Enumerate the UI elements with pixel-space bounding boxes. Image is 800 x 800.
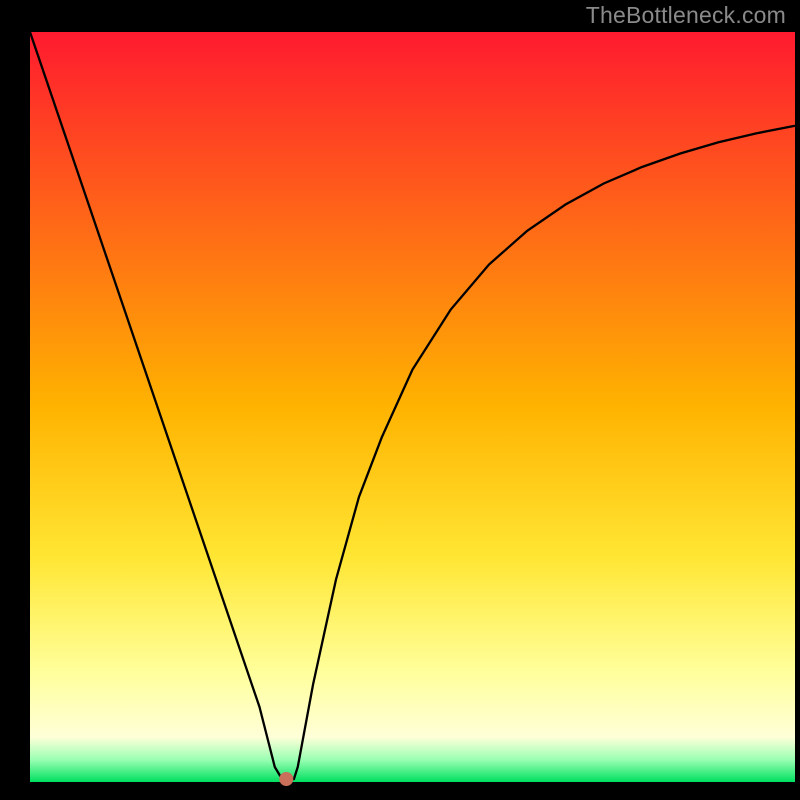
chart-container: TheBottleneck.com bbox=[0, 0, 800, 800]
watermark-text: TheBottleneck.com bbox=[586, 2, 786, 29]
minimum-marker bbox=[279, 772, 293, 786]
bottleneck-chart bbox=[0, 0, 800, 800]
plot-area bbox=[30, 32, 795, 782]
